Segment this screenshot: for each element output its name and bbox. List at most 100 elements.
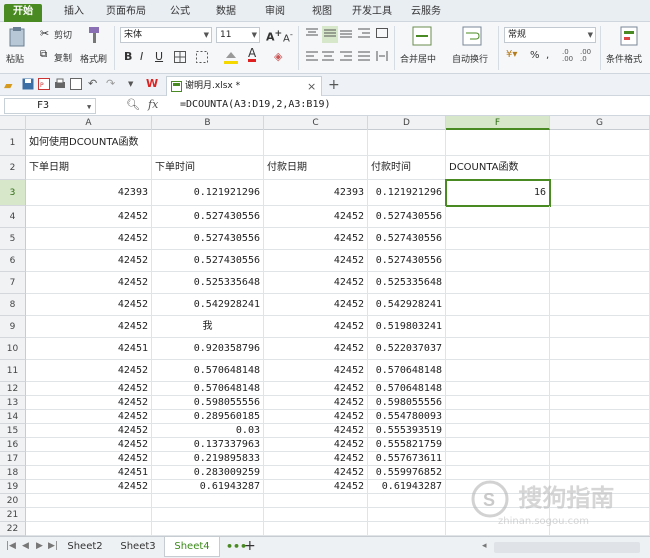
table-cell[interactable]: 0.555393519 <box>368 424 446 438</box>
sheet-tab-sheet2[interactable]: Sheet2 <box>60 537 110 557</box>
table-cell[interactable] <box>446 396 550 410</box>
row-header[interactable]: 3 <box>0 180 26 206</box>
indent-icon[interactable] <box>358 28 370 41</box>
table-cell[interactable] <box>152 494 264 508</box>
table-cell[interactable]: 我 <box>152 316 264 338</box>
table-cell[interactable] <box>446 294 550 316</box>
row-header[interactable]: 7 <box>0 272 26 294</box>
table-cell[interactable]: 0.519803241 <box>368 316 446 338</box>
last-sheet-icon[interactable]: ▶| <box>48 541 58 551</box>
table-cell[interactable]: 0.527430556 <box>368 206 446 228</box>
copy-button[interactable]: 复制 <box>54 51 72 64</box>
table-cell[interactable] <box>550 228 650 250</box>
customize-dropdown-icon[interactable]: ▼ <box>128 80 133 88</box>
table-cell[interactable]: 42452 <box>26 424 152 438</box>
table-cell[interactable] <box>550 360 650 382</box>
row-header[interactable]: 1 <box>0 130 26 156</box>
insert-function-button[interactable]: fx <box>148 98 158 111</box>
table-cell[interactable] <box>550 452 650 466</box>
table-cell[interactable]: 42452 <box>264 424 368 438</box>
table-cell[interactable]: 0.555821759 <box>368 438 446 452</box>
row-header[interactable]: 4 <box>0 206 26 228</box>
table-cell[interactable]: 42452 <box>264 466 368 480</box>
table-cell[interactable]: 0.542928241 <box>152 294 264 316</box>
table-cell[interactable]: 42452 <box>26 272 152 294</box>
align-top-icon[interactable] <box>306 28 318 41</box>
ribbon-tab-0[interactable]: 开始 <box>4 4 42 22</box>
table-cell[interactable] <box>446 338 550 360</box>
paste-icon[interactable] <box>8 26 26 48</box>
table-cell[interactable]: 42452 <box>264 294 368 316</box>
table-cell[interactable]: 0.525335648 <box>152 272 264 294</box>
folder-icon[interactable]: ▰ <box>4 79 12 92</box>
font-size-select[interactable]: 11 ▼ <box>216 27 260 43</box>
table-cell[interactable]: 0.525335648 <box>368 272 446 294</box>
table-cell[interactable] <box>550 206 650 228</box>
print-preview-icon[interactable] <box>70 78 82 93</box>
document-tab[interactable]: 谢明月.xlsx * × <box>166 76 322 96</box>
print-icon[interactable] <box>54 78 66 93</box>
table-cell[interactable]: 0.570648148 <box>368 360 446 382</box>
save-icon[interactable] <box>22 78 34 93</box>
row-header[interactable]: 2 <box>0 156 26 180</box>
table-cell[interactable] <box>152 508 264 522</box>
table-cell[interactable] <box>446 250 550 272</box>
table-cell[interactable] <box>264 130 368 156</box>
select-all-corner[interactable] <box>0 116 26 130</box>
paste-button[interactable]: 粘贴 <box>6 52 24 65</box>
table-cell[interactable] <box>550 156 650 180</box>
row-header[interactable]: 6 <box>0 250 26 272</box>
row-header[interactable]: 9 <box>0 316 26 338</box>
ribbon-tab-5[interactable]: 审阅 <box>258 4 292 22</box>
ribbon-tab-8[interactable]: 云服务 <box>404 4 448 22</box>
table-cell[interactable] <box>368 522 446 536</box>
table-cell[interactable]: 0.570648148 <box>368 382 446 396</box>
table-cell[interactable]: 0.598055556 <box>368 396 446 410</box>
table-cell[interactable]: 42393 <box>264 180 368 206</box>
table-cell[interactable]: 0.219895833 <box>152 452 264 466</box>
horizontal-scrollbar[interactable] <box>494 542 640 553</box>
table-cell[interactable]: 42452 <box>264 272 368 294</box>
table-cell[interactable] <box>152 130 264 156</box>
prev-sheet-icon[interactable]: ◀ <box>22 541 29 551</box>
table-cell[interactable]: 42452 <box>264 360 368 382</box>
border-icon[interactable] <box>174 51 186 66</box>
close-icon[interactable]: × <box>307 78 316 96</box>
table-cell[interactable]: 0.61943287 <box>368 480 446 494</box>
sheet-tab-sheet3[interactable]: Sheet3 <box>112 537 164 557</box>
table-cell[interactable]: 42452 <box>26 480 152 494</box>
table-cell[interactable]: 42393 <box>26 180 152 206</box>
table-cell[interactable]: 付款日期 <box>264 156 368 180</box>
add-sheet-icon[interactable]: + <box>244 538 256 554</box>
row-header[interactable]: 14 <box>0 410 26 424</box>
table-cell[interactable] <box>264 522 368 536</box>
table-cell[interactable]: 42452 <box>26 294 152 316</box>
font-name-select[interactable]: 宋体 ▼ <box>120 27 212 43</box>
pdf-icon[interactable]: P <box>38 78 50 93</box>
column-header-G[interactable]: G <box>550 116 650 130</box>
table-cell[interactable] <box>550 424 650 438</box>
table-cell[interactable]: 42452 <box>26 228 152 250</box>
justify-icon[interactable] <box>358 51 370 64</box>
wrap-icon[interactable] <box>376 28 388 41</box>
table-cell[interactable]: 0.570648148 <box>152 360 264 382</box>
table-cell[interactable]: 42452 <box>264 316 368 338</box>
table-cell[interactable]: 0.920358796 <box>152 338 264 360</box>
table-cell[interactable] <box>446 410 550 424</box>
distribute-icon[interactable] <box>376 51 388 64</box>
row-header[interactable]: 18 <box>0 466 26 480</box>
row-header[interactable]: 22 <box>0 522 26 536</box>
table-cell[interactable] <box>550 396 650 410</box>
row-header[interactable]: 13 <box>0 396 26 410</box>
format-painter-button[interactable]: 格式刷 <box>80 52 107 65</box>
table-cell[interactable]: 0.61943287 <box>152 480 264 494</box>
table-cell[interactable]: 42452 <box>264 250 368 272</box>
conditional-format-button[interactable]: 条件格式 <box>606 52 642 65</box>
table-cell[interactable] <box>264 494 368 508</box>
table-cell[interactable] <box>446 272 550 294</box>
table-cell[interactable] <box>446 360 550 382</box>
percent-button[interactable]: % <box>530 50 540 61</box>
table-cell[interactable] <box>26 494 152 508</box>
table-cell[interactable]: 42452 <box>26 438 152 452</box>
table-cell[interactable] <box>550 382 650 396</box>
